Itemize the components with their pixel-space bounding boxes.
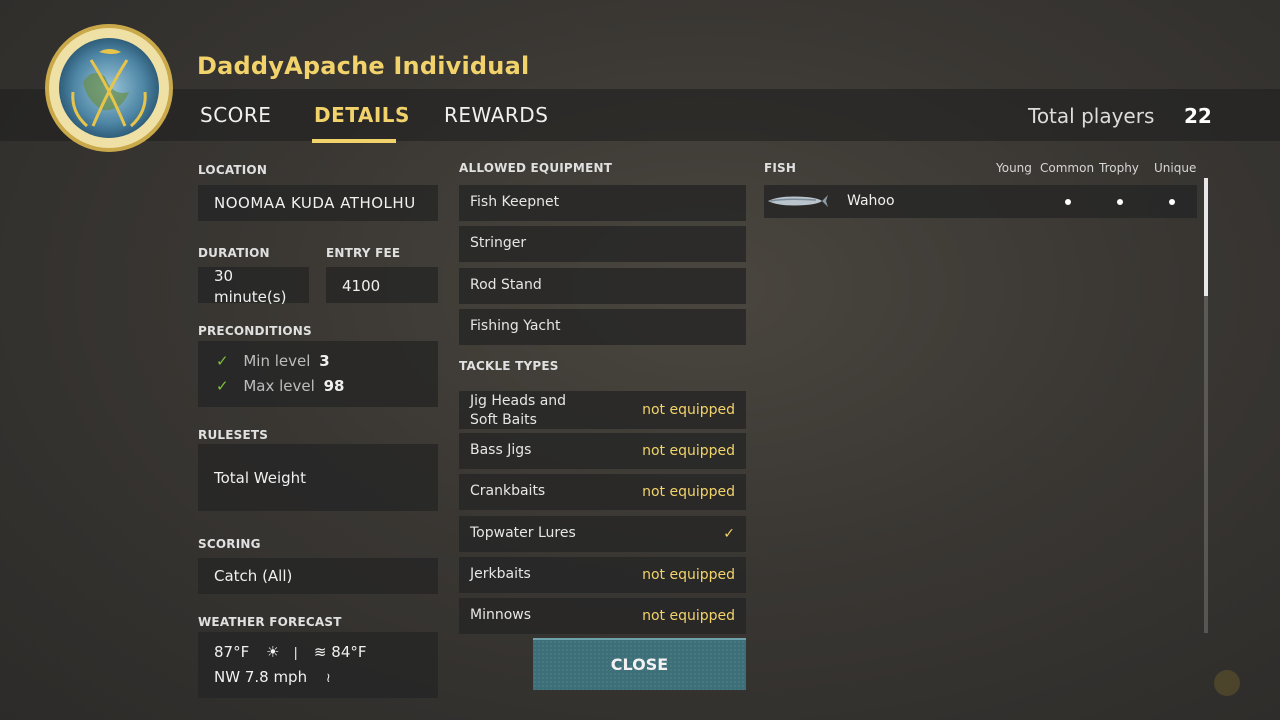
equipment-row: Fishing Yacht — [459, 309, 746, 345]
equipment-row: Stringer — [459, 226, 746, 262]
unique-dot — [1169, 199, 1175, 205]
tackle-row: Crankbaits not equipped — [459, 474, 746, 510]
equipment-name: Fishing Yacht — [470, 318, 561, 334]
weather-box — [198, 632, 438, 698]
entry-fee-label: ENTRY FEE — [326, 246, 401, 260]
scoring-label: SCORING — [198, 537, 261, 551]
fish-label: FISH — [764, 161, 797, 175]
total-players-label: Total players — [1028, 104, 1155, 128]
tournament-emblem-icon — [45, 24, 173, 152]
tackle-name: Jig Heads and Soft Baits — [470, 393, 567, 428]
wind-value: NW 7.8 mph — [214, 668, 308, 686]
tackle-row: Minnows not equipped — [459, 598, 746, 634]
scoring-value: Catch (All) — [214, 567, 293, 585]
tab-details[interactable]: DETAILS — [314, 103, 410, 127]
tackle-status: not equipped — [642, 443, 735, 459]
fish-row[interactable] — [764, 185, 1197, 218]
water-temperature-icon: ≋ — [313, 643, 327, 661]
tackle-row: Jig Heads and Soft Baits not equipped — [459, 391, 746, 429]
fish-name: Wahoo — [847, 193, 895, 209]
tackle-name: Jerkbaits — [470, 566, 531, 582]
active-tab-indicator — [312, 139, 396, 143]
total-players-value: 22 — [1184, 104, 1212, 128]
common-dot — [1065, 199, 1071, 205]
equipment-name: Fish Keepnet — [470, 194, 560, 210]
location-value: NOOMAA KUDA ATHOLHU — [214, 194, 416, 212]
tackle-status: not equipped — [642, 484, 735, 500]
precondition-max: ✓ Max level 98 — [216, 377, 344, 395]
equipment-name: Stringer — [470, 235, 527, 251]
entry-fee-value: 4100 — [342, 277, 381, 295]
tournament-title: DaddyApache Individual — [197, 52, 530, 80]
column-unique: Unique — [1154, 161, 1197, 175]
column-common: Common — [1040, 161, 1095, 175]
min-level-label: Min level — [243, 352, 311, 370]
equipment-name: Rod Stand — [470, 277, 542, 293]
tackle-status: not equipped — [642, 567, 735, 583]
rulesets-label: RULESETS — [198, 428, 269, 442]
tackle-equipped-check-icon: ✓ — [723, 526, 735, 542]
preconditions-box — [198, 341, 438, 407]
weather-line-1: 87°F ☀ ❘ ≋ 84°F — [214, 643, 367, 661]
tackle-status: not equipped — [642, 402, 735, 418]
wind-icon: ≀ — [325, 671, 331, 686]
fish-scrollbar-thumb[interactable] — [1204, 178, 1208, 296]
min-level-value: 3 — [319, 352, 330, 370]
check-icon: ✓ — [216, 377, 229, 395]
weather-label: WEATHER FORECAST — [198, 615, 342, 629]
tackle-row: Bass Jigs not equipped — [459, 433, 746, 469]
equipment-row: Rod Stand — [459, 268, 746, 304]
preconditions-label: PRECONDITIONS — [198, 324, 312, 338]
duration-unit: minute(s) — [214, 288, 287, 306]
check-icon: ✓ — [216, 352, 229, 370]
duration-value: 30 minute(s) — [214, 266, 286, 308]
precondition-min: ✓ Min level 3 — [216, 352, 330, 370]
tackle-status: not equipped — [642, 608, 735, 624]
allowed-equipment-label: ALLOWED EQUIPMENT — [459, 161, 613, 175]
equipment-row: Fish Keepnet — [459, 185, 746, 221]
tackle-row: Topwater Lures ✓ — [459, 516, 746, 552]
column-young: Young — [996, 161, 1032, 175]
close-button[interactable]: CLOSE — [533, 638, 746, 690]
sun-icon: ☀ — [266, 643, 280, 661]
air-temperature: 87°F — [214, 643, 250, 661]
weather-line-2: NW 7.8 mph ≀ — [214, 668, 331, 686]
tackle-name: Crankbaits — [470, 483, 546, 499]
tackle-row: Jerkbaits not equipped — [459, 557, 746, 593]
trophy-dot — [1117, 199, 1123, 205]
tackle-name: Bass Jigs — [470, 442, 532, 458]
max-level-value: 98 — [323, 377, 345, 395]
location-label: LOCATION — [198, 163, 268, 177]
duration-label: DURATION — [198, 246, 270, 260]
tab-rewards[interactable]: REWARDS — [444, 103, 548, 127]
wahoo-fish-icon — [768, 195, 828, 207]
max-level-label: Max level — [243, 377, 315, 395]
tackle-types-label: TACKLE TYPES — [459, 359, 559, 373]
tackle-name: Topwater Lures — [470, 525, 576, 541]
column-trophy: Trophy — [1099, 161, 1139, 175]
tab-score[interactable]: SCORE — [200, 103, 271, 127]
rulesets-value: Total Weight — [214, 469, 307, 487]
thermometer-icon: ❘ — [290, 646, 302, 661]
duration-number: 30 — [214, 267, 234, 285]
tackle-name: Minnows — [470, 607, 532, 623]
water-temperature: 84°F — [331, 643, 367, 661]
loading-indicator-icon — [1214, 670, 1240, 696]
